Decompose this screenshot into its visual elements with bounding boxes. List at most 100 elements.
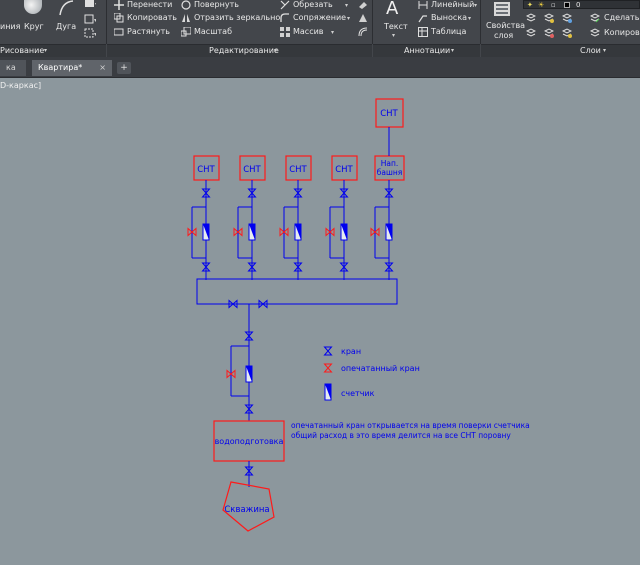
layer-state-icon-3[interactable] (562, 13, 572, 23)
layer-properties-icon[interactable] (492, 0, 514, 18)
tab-kvartira[interactable]: Квартира* × (32, 60, 112, 76)
tab-previous-file[interactable]: ка (0, 60, 26, 76)
text-dropdown-icon[interactable]: ▾ (392, 31, 395, 41)
layers-panel-title-bar[interactable] (481, 44, 640, 57)
branch-1-sealed-valve (187, 227, 197, 237)
new-tab-button[interactable]: + (117, 62, 131, 74)
mirror-icon[interactable] (181, 13, 191, 23)
array-button[interactable]: Массив (293, 27, 324, 37)
draw-panel-expand-icon[interactable]: ▾ (44, 45, 47, 56)
copy-layer-button[interactable]: Копиров (604, 28, 640, 38)
arc-icon[interactable] (58, 0, 74, 16)
fillet-button[interactable]: Сопряжение (293, 13, 346, 23)
modify-panel-expand-icon[interactable]: ▾ (274, 45, 277, 56)
manifold-valve-right (258, 299, 268, 309)
branch-5-valve-top-shape (384, 188, 394, 198)
linear-dimension-icon[interactable] (418, 0, 428, 10)
leader-dropdown-icon[interactable]: ▾ (468, 14, 471, 24)
polyline-button-label[interactable]: иния (0, 22, 20, 32)
treatment-label: водоподготовка (215, 437, 284, 446)
branch-2-valve-bottom (247, 262, 257, 272)
make-current-button[interactable]: Сделать т (604, 13, 640, 23)
branch-3-meter (294, 223, 302, 241)
branch-4-meter (340, 223, 348, 241)
well-label: Скважина (224, 505, 269, 515)
annotation-panel-title[interactable]: Аннотации (404, 45, 450, 56)
branch-4-cnt-label: СНТ (335, 165, 353, 175)
stretch-button[interactable]: Растянуть (127, 27, 170, 37)
branch-3-valve-bottom-shape (293, 262, 303, 272)
well-valve (244, 466, 254, 476)
linear-dropdown-icon[interactable]: ▾ (474, 1, 477, 11)
fillet-icon[interactable] (280, 13, 290, 23)
arc-button-label[interactable]: Дуга (56, 22, 76, 32)
circle-button-label[interactable]: Круг (24, 22, 44, 32)
layer-state-icon-4[interactable] (526, 28, 536, 38)
copy-button[interactable]: Копировать (127, 13, 177, 23)
manifold-valve-left (228, 299, 238, 309)
layer-state-icon-2[interactable] (544, 13, 554, 23)
leader-button[interactable]: Выноска (431, 13, 467, 23)
leader-icon[interactable] (418, 13, 428, 23)
array-dropdown-icon[interactable]: ▾ (331, 28, 334, 38)
move-button[interactable]: Перенести (127, 0, 172, 10)
layer-dropdown[interactable]: ✦ ☀ ▫ 0 (523, 0, 640, 9)
draw-panel-title[interactable]: Рисование (0, 45, 44, 56)
text-button-label[interactable]: Текст (384, 22, 408, 32)
branch-3-valve-top (293, 188, 303, 198)
tab-kvartira-label: Квартира* (38, 63, 83, 72)
tab-close-icon[interactable]: × (99, 60, 106, 76)
legend-sealed-valve-label: опечатанный кран (341, 364, 420, 373)
table-button[interactable]: Таблица (431, 27, 466, 37)
branch-2-meter-body (248, 223, 256, 241)
trim-dropdown-icon[interactable]: ▾ (345, 1, 348, 11)
circle-icon[interactable] (24, 0, 42, 14)
offset-icon[interactable] (358, 27, 368, 37)
trim-button[interactable]: Обрезать (293, 0, 333, 10)
branch-2-valve-top-shape (247, 188, 257, 198)
branch-2-meter (248, 223, 256, 241)
scale-icon[interactable] (181, 27, 191, 37)
branch-2-meter-fill (249, 224, 255, 240)
mirror-button[interactable]: Отразить зеркально (194, 13, 280, 23)
hatch-icon[interactable]: ▾ (84, 0, 96, 8)
modify-panel-title[interactable]: Редактирование (209, 45, 279, 56)
well-valve-shape (244, 466, 254, 476)
main-meter (245, 365, 253, 383)
array-icon[interactable] (280, 27, 290, 37)
layer-properties-label-line1[interactable]: Свойства (486, 21, 525, 31)
branch-5-meter-fill (386, 224, 392, 240)
svg-text:▾: ▾ (94, 17, 96, 24)
annotation-panel-expand-icon[interactable]: ▾ (451, 45, 454, 56)
layer-state-icon-5[interactable] (544, 28, 554, 38)
branch-1-sealed-valve-shape (187, 227, 197, 237)
copy-icon[interactable] (114, 13, 124, 23)
legend-meter-label: счетчик (341, 389, 375, 398)
drawing-canvas[interactable]: СНТ СНТ СНТ СНТ Нап.башня СНТ водоподготовка Ск… (0, 0, 640, 565)
layer-state-icon-1[interactable] (526, 13, 536, 23)
scale-button[interactable]: Масштаб (194, 27, 232, 37)
move-icon[interactable] (114, 0, 124, 10)
erase-icon[interactable] (358, 0, 368, 10)
viewport-visual-style-label[interactable]: D-каркас] (0, 81, 41, 91)
rotate-button[interactable]: Повернуть (194, 0, 239, 10)
copy-layer-icon[interactable] (590, 28, 600, 38)
table-icon[interactable] (418, 27, 428, 37)
gradient-icon[interactable]: ▾ (84, 14, 96, 24)
rotate-icon[interactable] (181, 0, 191, 10)
layers-panel-title[interactable]: Слои (580, 45, 601, 56)
fillet-dropdown-icon[interactable]: ▾ (347, 14, 350, 24)
text-icon[interactable]: A (386, 0, 398, 18)
layer-current-value: 0 (576, 1, 581, 9)
make-current-icon[interactable] (590, 13, 600, 23)
boundary-icon[interactable]: ▾ (84, 28, 96, 38)
explode-icon[interactable] (358, 13, 368, 23)
layers-panel-expand-icon[interactable]: ▾ (603, 45, 606, 56)
stretch-icon[interactable] (114, 27, 124, 37)
linear-button[interactable]: Линейный (431, 0, 474, 10)
branch-1-valve-top (201, 188, 211, 198)
trim-icon[interactable] (280, 0, 290, 10)
layer-state-icon-6[interactable] (562, 28, 572, 38)
layer-properties-label-line2[interactable]: слоя (494, 31, 513, 41)
legend-valve-label: кран (341, 347, 361, 356)
